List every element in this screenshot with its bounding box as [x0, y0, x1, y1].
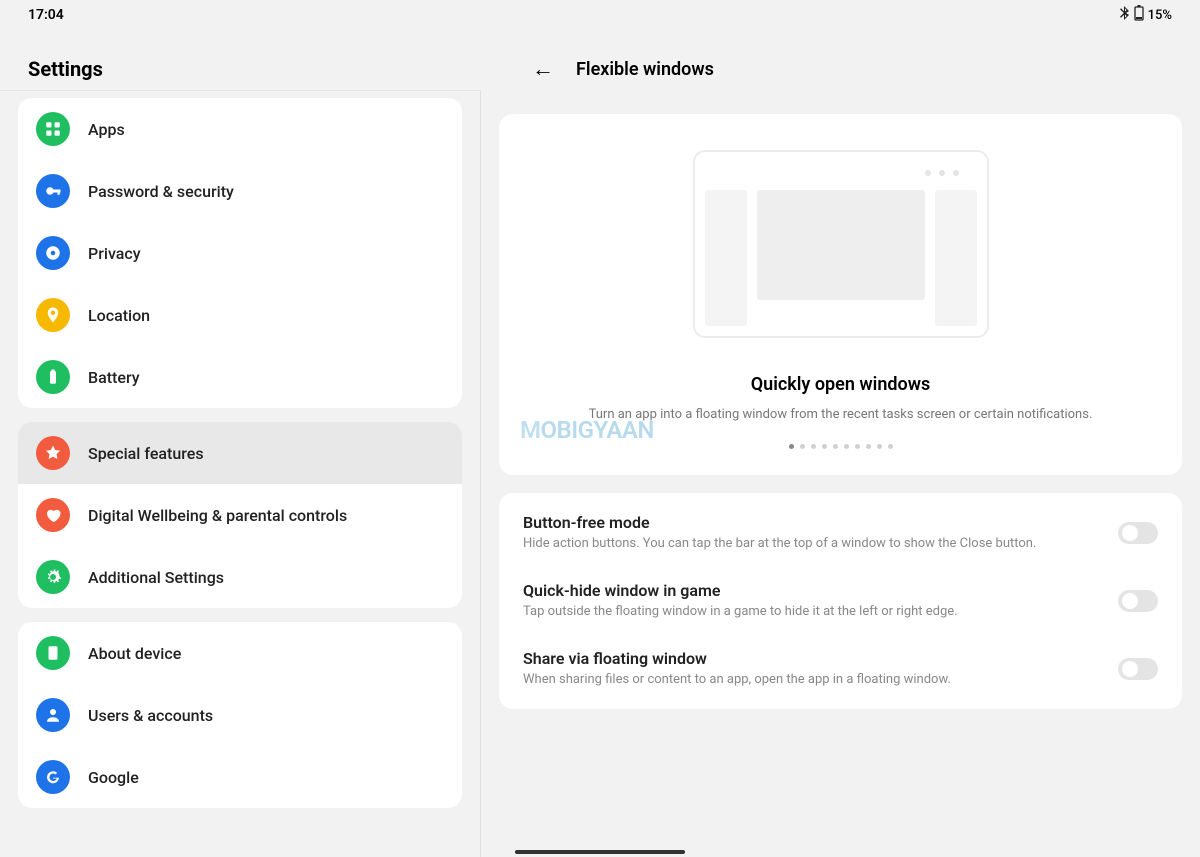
page-dot[interactable]: [811, 444, 816, 449]
page-dot[interactable]: [866, 444, 871, 449]
password-security-icon: [36, 174, 70, 208]
sidebar-item-google[interactable]: Google: [18, 746, 462, 808]
toggle-row-quick-hide: Quick-hide window in game Tap outside the…: [523, 567, 1158, 635]
google-icon: [36, 760, 70, 794]
toggle-row-share-floating: Share via floating window When sharing fi…: [523, 635, 1158, 703]
sidebar-item-battery[interactable]: Battery: [18, 346, 462, 408]
page-dot[interactable]: [877, 444, 882, 449]
status-right: 15%: [1120, 5, 1172, 25]
sidebar-item-label: Battery: [88, 368, 140, 387]
sidebar-group: About device Users & accounts Google: [18, 622, 462, 808]
apps-icon: [36, 112, 70, 146]
sidebar-item-label: Password & security: [88, 182, 234, 201]
sidebar-item-digital-wellbeing[interactable]: Digital Wellbeing & parental controls: [18, 484, 462, 546]
sidebar-item-label: Location: [88, 306, 150, 325]
status-bar: 17:04 15%: [0, 0, 1200, 30]
carousel-desc: Turn an app into a floating window from …: [523, 407, 1158, 422]
sidebar-group: Apps Password & security Privacy Location Ba…: [18, 98, 462, 408]
detail-pane: Quickly open windows Turn an app into a …: [481, 90, 1200, 857]
sidebar-item-special-features[interactable]: Special features: [18, 422, 462, 484]
page-dot[interactable]: [844, 444, 849, 449]
sidebar-item-label: Special features: [88, 444, 204, 463]
digital-wellbeing-icon: [36, 498, 70, 532]
nav-handle[interactable]: [515, 850, 685, 854]
toggle-switch-button-free-mode[interactable]: [1118, 522, 1158, 544]
battery-icon: [36, 360, 70, 394]
sidebar-item-label: About device: [88, 644, 181, 663]
page-dot[interactable]: [855, 444, 860, 449]
privacy-icon: [36, 236, 70, 270]
toggle-row-button-free-mode: Button-free mode Hide action buttons. You…: [523, 499, 1158, 567]
sidebar-item-label: Privacy: [88, 244, 141, 263]
sidebar-item-label: Additional Settings: [88, 568, 224, 587]
carousel-card: Quickly open windows Turn an app into a …: [499, 114, 1182, 475]
page-dot[interactable]: [888, 444, 893, 449]
carousel-title: Quickly open windows: [523, 374, 1158, 395]
sidebar-item-password-security[interactable]: Password & security: [18, 160, 462, 222]
page-title: Flexible windows: [576, 59, 714, 80]
toggle-title: Share via floating window: [523, 649, 1102, 668]
toggle-switch-share-floating[interactable]: [1118, 658, 1158, 680]
toggle-title: Quick-hide window in game: [523, 581, 1102, 600]
sidebar-item-users-accounts[interactable]: Users & accounts: [18, 684, 462, 746]
sidebar-item-additional-settings[interactable]: Additional Settings: [18, 546, 462, 608]
bluetooth-icon: [1120, 6, 1130, 24]
sidebar: Apps Password & security Privacy Location Ba…: [0, 90, 480, 857]
window-dots-icon: [925, 170, 959, 176]
sidebar-item-label: Users & accounts: [88, 706, 213, 725]
back-arrow-icon[interactable]: ←: [532, 56, 554, 82]
sidebar-item-apps[interactable]: Apps: [18, 98, 462, 160]
battery-percent: 15%: [1148, 8, 1172, 23]
users-accounts-icon: [36, 698, 70, 732]
location-icon: [36, 298, 70, 332]
toggle-title: Button-free mode: [523, 513, 1102, 532]
toggles-card: Button-free mode Hide action buttons. You…: [499, 493, 1182, 709]
about-device-icon: [36, 636, 70, 670]
toggle-switch-quick-hide[interactable]: [1118, 590, 1158, 612]
status-time: 17:04: [28, 7, 64, 23]
additional-settings-icon: [36, 560, 70, 594]
page-dot[interactable]: [833, 444, 838, 449]
sidebar-item-label: Google: [88, 768, 139, 787]
sidebar-item-label: Apps: [88, 120, 125, 139]
battery-icon: [1134, 5, 1144, 25]
toggle-desc: Tap outside the floating window in a gam…: [523, 604, 1102, 621]
sidebar-group: Special features Digital Wellbeing & pare…: [18, 422, 462, 608]
toggle-desc: When sharing files or content to an app,…: [523, 672, 1102, 689]
sidebar-item-location[interactable]: Location: [18, 284, 462, 346]
sidebar-item-about-device[interactable]: About device: [18, 622, 462, 684]
page-dot[interactable]: [800, 444, 805, 449]
page-dot[interactable]: [789, 444, 794, 449]
page-dot[interactable]: [822, 444, 827, 449]
toggle-desc: Hide action buttons. You can tap the bar…: [523, 536, 1102, 553]
sidebar-item-privacy[interactable]: Privacy: [18, 222, 462, 284]
carousel-illustration: [693, 150, 989, 338]
sidebar-item-label: Digital Wellbeing & parental controls: [88, 506, 347, 525]
special-features-icon: [36, 436, 70, 470]
settings-title: Settings: [28, 57, 103, 81]
carousel-pagination[interactable]: [523, 444, 1158, 449]
